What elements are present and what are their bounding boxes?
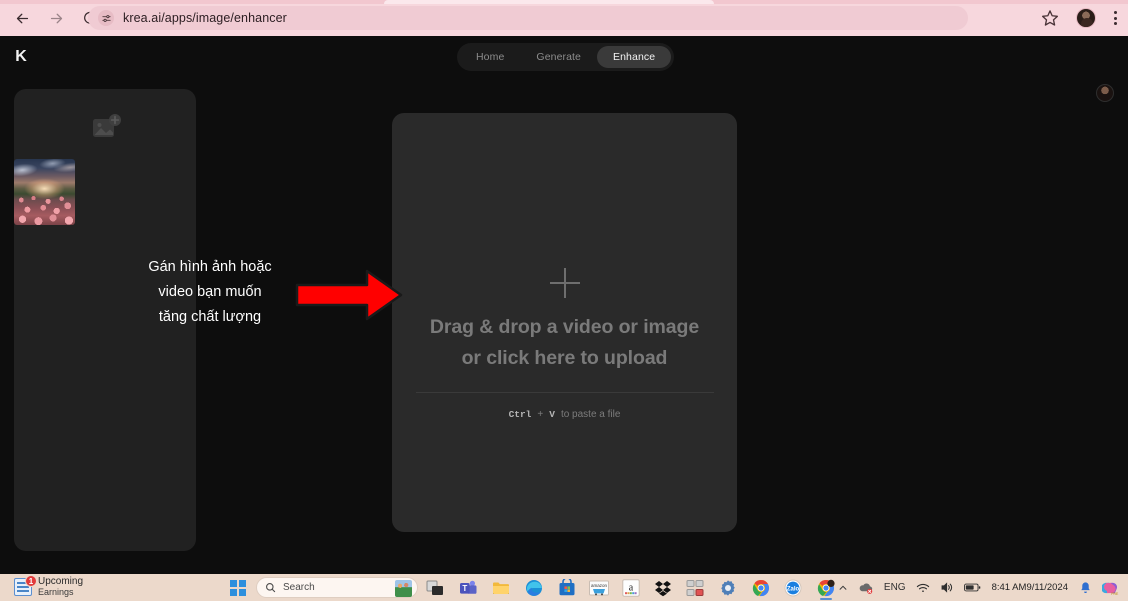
annotation-line-3: tăng chất lượng [158, 309, 262, 325]
taskbar-widget-upcoming-earnings[interactable]: 1 Upcoming Earnings [14, 575, 83, 598]
news-widget-icon: 1 [14, 575, 37, 596]
microsoft-teams-icon[interactable]: T [459, 579, 477, 597]
paste-hint-key-v: V [549, 409, 555, 420]
file-explorer-icon[interactable] [492, 579, 510, 597]
drop-zone-title-line2: or click here to upload [461, 347, 668, 369]
language-label: ENG [883, 582, 906, 593]
three-dot-menu-icon [1113, 11, 1117, 14]
search-thumbnail-icon [395, 580, 412, 597]
paste-hint-text: to paste a file [560, 409, 621, 420]
site-settings-icon[interactable] [98, 10, 114, 26]
wifi-icon[interactable] [911, 574, 935, 601]
onedrive-alert-icon[interactable] [853, 574, 879, 601]
main-tab-bar: Home Generate Enhance [457, 43, 675, 71]
back-arrow-icon [16, 13, 28, 23]
microsoft-store-icon[interactable] [558, 577, 576, 597]
gallery-thumbnail[interactable] [14, 159, 75, 225]
annotation-text: Gán hình ảnh hoặc video bạn muốn tăng ch… [128, 255, 292, 330]
chrome-menu-button[interactable] [1108, 8, 1122, 28]
drop-zone-title: Drag & drop a video or image or click he… [415, 312, 715, 374]
search-icon [266, 583, 276, 593]
widget-label: Upcoming Earnings [38, 576, 83, 598]
drop-zone-title-line1: Drag & drop a video or image [429, 316, 700, 338]
amazon-icon[interactable]: a [622, 579, 640, 597]
google-chrome-icon[interactable] [752, 579, 770, 597]
paste-hint-plus: + [537, 409, 544, 420]
red-right-arrow-icon [295, 269, 403, 321]
widget-badge: 1 [25, 575, 37, 587]
tab-home[interactable]: Home [460, 46, 520, 68]
browser-tab[interactable] [384, 0, 714, 4]
thumbnail-flowers [14, 193, 75, 225]
browser-profile-button[interactable] [1076, 8, 1096, 28]
svg-text:amazon: amazon [591, 583, 608, 588]
browser-chrome: krea.ai/apps/image/enhancer [0, 0, 1128, 36]
zalo-icon[interactable]: Zalo [784, 579, 802, 597]
search-placeholder: Search [283, 582, 315, 593]
back-button[interactable] [8, 4, 36, 32]
tab-enhance[interactable]: Enhance [597, 46, 672, 68]
battery-icon[interactable] [959, 574, 986, 601]
app-header: K Home Generate Enhance [0, 36, 1128, 78]
amazon-shopping-icon[interactable]: amazon [589, 579, 609, 597]
annotation-line-1: Gán hình ảnh hoặc [148, 259, 272, 275]
chevron-up-icon[interactable] [833, 574, 853, 601]
krea-app-page: K Home Generate Enhance Drag & drop a vi… [0, 36, 1128, 574]
forward-arrow-icon [50, 13, 62, 23]
language-indicator[interactable]: ENG [879, 574, 911, 601]
speaker-icon[interactable] [935, 574, 959, 601]
krea-logo[interactable]: K [11, 47, 31, 67]
address-bar[interactable]: krea.ai/apps/image/enhancer [88, 6, 968, 30]
user-avatar-icon[interactable] [1096, 84, 1114, 102]
star-icon [1042, 10, 1058, 26]
copilot-icon[interactable]: PRE [1097, 574, 1124, 601]
widget-subtitle: Earnings [38, 587, 74, 597]
clock-time: 8:41 AM [991, 582, 1027, 593]
windows-taskbar: 1 Upcoming Earnings Search T amazon a Za… [0, 574, 1128, 601]
add-image-icon[interactable] [90, 111, 124, 145]
bookmark-button[interactable] [1040, 8, 1060, 28]
system-tray: ENG 8:41 AM 9/11/2024 PRE [833, 574, 1124, 601]
clock[interactable]: 8:41 AM 9/11/2024 [986, 574, 1074, 601]
keyboard-app-icon[interactable] [686, 579, 704, 597]
svg-text:PRE: PRE [1111, 591, 1119, 595]
thumbnail-sky [14, 159, 75, 187]
windows-start-icon[interactable] [230, 580, 246, 596]
svg-text:a: a [629, 582, 634, 593]
divider [415, 392, 714, 393]
dropbox-icon[interactable] [654, 579, 672, 597]
forward-button[interactable] [42, 4, 70, 32]
paste-hint: Ctrl + V to paste a file [509, 409, 621, 420]
clock-date: 9/11/2024 [1026, 582, 1068, 593]
url-text: krea.ai/apps/image/enhancer [123, 11, 287, 25]
bell-icon[interactable] [1074, 574, 1097, 601]
settings-gear-icon[interactable] [719, 579, 737, 597]
microsoft-edge-icon[interactable] [525, 579, 543, 597]
task-view-icon[interactable] [426, 579, 444, 597]
paste-hint-key-ctrl: Ctrl [508, 409, 532, 420]
widget-title: Upcoming [38, 576, 84, 587]
search-input[interactable]: Search [256, 577, 418, 598]
svg-text:T: T [462, 584, 467, 593]
annotation-line-2: video bạn muốn [158, 284, 262, 300]
svg-text:Zalo: Zalo [787, 587, 800, 593]
active-app-indicator [820, 598, 832, 600]
plus-icon [549, 268, 580, 298]
upload-drop-zone[interactable]: Drag & drop a video or image or click he… [392, 113, 737, 532]
tab-generate[interactable]: Generate [520, 46, 597, 68]
